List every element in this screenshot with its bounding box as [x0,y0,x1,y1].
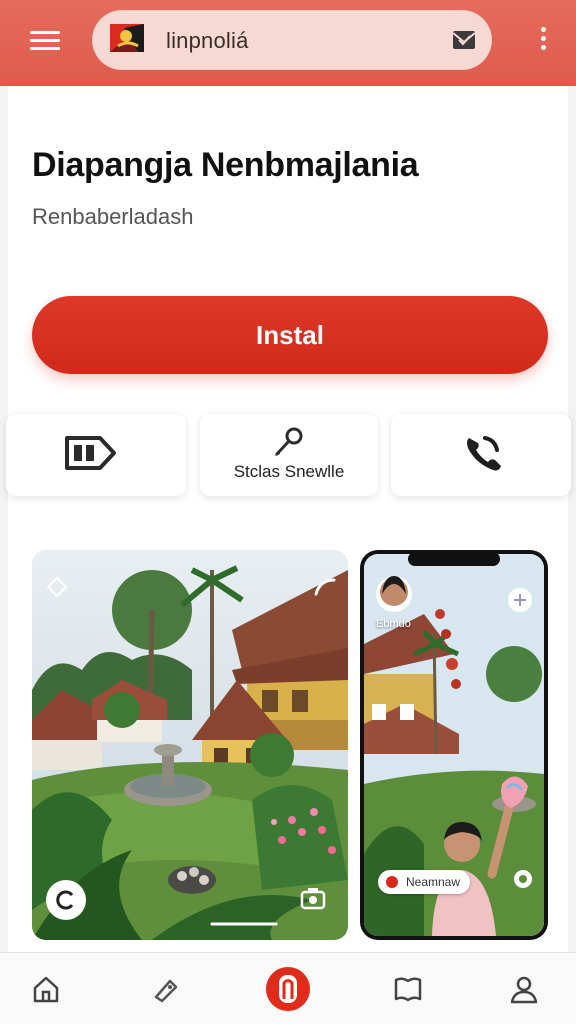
app-detail-panel: Diapangja Nenbmajlania Renbaberladash In… [6,86,571,952]
tag-icon [65,436,116,470]
app-title: Diapangja Nenbmajlania [32,146,419,184]
camera-icon[interactable] [300,886,326,910]
center-app-icon [266,967,310,1011]
flag-icon [110,24,144,52]
top-app-bar: linpnoliá [0,0,576,86]
profile-icon [510,976,538,1004]
mail-icon[interactable] [450,26,478,54]
search-text: linpnoliá [166,28,249,53]
phone-icon [467,436,501,471]
caption-chip: Neamnaw [378,870,471,894]
book-icon [394,977,422,1002]
write-review-tile[interactable]: Stclas Snewlle [200,414,378,496]
bottom-navigation [0,952,576,1024]
phone-screen: Ebmdo Neamnaw [364,554,544,936]
nav-home[interactable] [22,965,70,1013]
menu-icon[interactable] [28,26,62,56]
search-bar[interactable]: linpnoliá [92,10,492,70]
share-icon[interactable] [312,576,338,598]
home-icon [33,976,59,1003]
settings-icon[interactable] [512,868,534,890]
more-vert-icon[interactable] [532,24,554,60]
nav-library[interactable] [384,965,432,1013]
app-subtitle: Renbaberladash [32,204,194,229]
diamond-icon [46,576,68,598]
nav-profile[interactable] [500,965,548,1013]
install-button[interactable]: Instal [32,296,548,374]
nav-label[interactable] [142,965,190,1013]
screenshot-garden[interactable] [32,550,348,940]
refresh-icon[interactable] [46,880,86,920]
tile-label: Stclas Snewlle [233,462,345,481]
label-icon [154,979,178,1003]
call-tile[interactable] [391,414,571,496]
screenshot-phone[interactable]: Ebmdo Neamnaw [360,550,548,940]
tag-tile[interactable] [6,414,186,496]
nav-center-app[interactable] [264,965,312,1013]
pencil-icon [275,427,303,456]
profile-name: Ebmdo [376,618,411,630]
action-tiles: Stclas Snewlle [6,414,571,498]
